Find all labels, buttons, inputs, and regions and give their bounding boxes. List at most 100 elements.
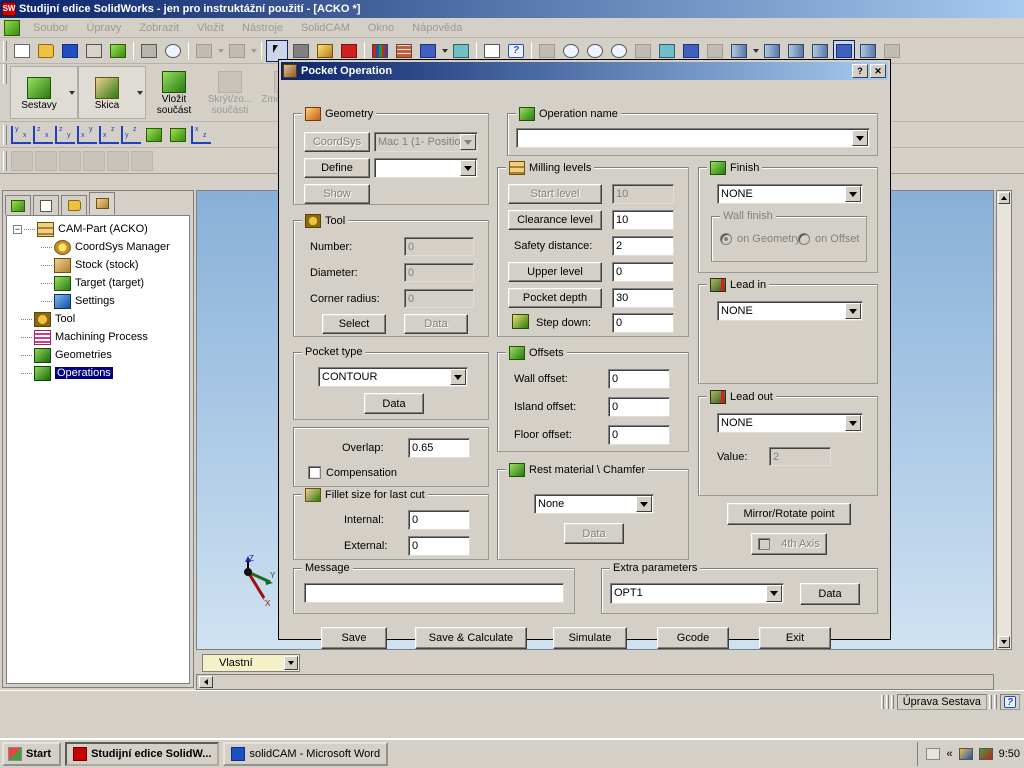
sketch-relations-button[interactable]	[131, 150, 153, 171]
mass-properties-button[interactable]	[338, 40, 360, 62]
sketch-toolbar-grip[interactable]	[3, 150, 7, 171]
view-bottom-icon[interactable]: yz	[121, 125, 141, 144]
chevron-down-icon[interactable]	[845, 186, 861, 202]
tree-item-stock[interactable]: Stock (stock)	[9, 256, 189, 274]
tree-item-coordsys-manager[interactable]: CoordSys Manager	[9, 238, 189, 256]
rest-material-combo[interactable]: None	[534, 494, 654, 514]
save-calculate-button[interactable]: Save & Calculate	[415, 627, 527, 649]
rotate-view-button[interactable]	[656, 40, 678, 62]
menu-item-upravy[interactable]: Úpravy	[77, 20, 130, 36]
tree-item-target[interactable]: Target (target)	[9, 274, 189, 292]
chevron-down-icon[interactable]	[845, 415, 861, 431]
gcode-button[interactable]: Gcode	[657, 627, 729, 649]
menu-item-soubor[interactable]: Soubor	[24, 20, 77, 36]
save-document-button[interactable]	[59, 40, 81, 62]
select-tool-button[interactable]	[266, 39, 288, 62]
chevron-down-icon[interactable]	[852, 130, 868, 146]
view-right-icon[interactable]: xy	[77, 125, 97, 144]
tree-item-geometries[interactable]: Geometries	[9, 346, 189, 364]
open-document-button[interactable]	[35, 40, 57, 62]
menu-item-solidcam[interactable]: SolidCAM	[292, 20, 359, 36]
start-button[interactable]: Start	[2, 742, 62, 766]
operation-name-combo[interactable]	[516, 128, 870, 148]
hidden-lines-visible-button[interactable]	[728, 40, 750, 62]
geometry-combo[interactable]	[374, 158, 478, 178]
chevron-down-icon[interactable]	[636, 496, 652, 512]
show-hidden-icons-button[interactable]: «	[946, 748, 952, 760]
pocket-type-data-button[interactable]: Data	[364, 393, 424, 414]
tool-data-button[interactable]: Data	[404, 314, 468, 334]
clock[interactable]: 9:50	[999, 748, 1020, 760]
chevron-down-icon[interactable]	[450, 369, 466, 385]
redo-dropdown-icon[interactable]	[249, 40, 258, 62]
measure-button[interactable]	[314, 40, 336, 62]
step-down-field[interactable]: 0	[612, 313, 674, 333]
coordsys-combo[interactable]: Mac 1 (1- Position)	[374, 132, 478, 152]
shaded-button[interactable]	[809, 40, 831, 62]
scroll-up-icon[interactable]	[998, 192, 1010, 204]
configuration-selector[interactable]: Vlastní	[202, 654, 300, 672]
define-button[interactable]: Define	[304, 158, 370, 178]
wall-finish-on-offset-radio[interactable]: on Offset	[798, 233, 859, 245]
lead-in-combo[interactable]: NONE	[717, 301, 863, 321]
exit-button[interactable]: Exit	[759, 627, 831, 649]
compensation-checkbox[interactable]: Compensation	[308, 466, 397, 479]
view-back-icon[interactable]: zx	[33, 125, 53, 144]
wall-offset-field[interactable]: 0	[608, 369, 670, 389]
lead-out-combo[interactable]: NONE	[717, 413, 863, 433]
island-offset-field[interactable]: 0	[608, 397, 670, 417]
sketch-entity-button[interactable]	[11, 150, 33, 171]
property-manager-tab[interactable]	[33, 195, 59, 215]
tray-app-icon[interactable]	[958, 748, 973, 760]
undo-dropdown-icon[interactable]	[216, 40, 225, 62]
undo-button[interactable]	[193, 40, 215, 62]
lead-out-value-field[interactable]: 2	[769, 447, 831, 466]
print-preview-button[interactable]	[162, 40, 184, 62]
clearance-level-button[interactable]: Clearance level	[508, 210, 602, 230]
solidcam-tree[interactable]: − CAM-Part (ACKO) CoordSys Manager Stock…	[6, 215, 190, 684]
menu-item-nastroje[interactable]: Nástroje	[233, 20, 292, 36]
menu-item-napoveda[interactable]: Nápověda	[403, 20, 471, 36]
pocket-depth-button[interactable]: Pocket depth	[508, 288, 602, 308]
rest-material-data-button[interactable]: Data	[564, 523, 624, 544]
edit-color-button[interactable]	[369, 40, 391, 62]
tray-app2-icon[interactable]	[978, 748, 993, 760]
safety-distance-field[interactable]: 2	[612, 236, 674, 256]
make-assembly-button[interactable]	[107, 40, 129, 62]
expander-icon[interactable]: −	[13, 224, 22, 234]
shaded-with-edges-button[interactable]	[785, 40, 807, 62]
display-dropdown-icon[interactable]	[751, 40, 760, 62]
command-vlozit-soucast[interactable]: Vložit součást	[146, 69, 202, 116]
section-dropdown-icon[interactable]	[440, 40, 449, 62]
dialog-close-button[interactable]: ✕	[870, 64, 886, 78]
view-normal-to-icon[interactable]	[167, 124, 189, 146]
viewport-vertical-scrollbar[interactable]	[996, 190, 1012, 650]
print-button[interactable]	[138, 40, 160, 62]
tree-item-settings[interactable]: Settings	[9, 292, 189, 310]
upper-level-field[interactable]: 0	[612, 262, 674, 282]
view-top-icon[interactable]: xz	[99, 125, 119, 144]
tree-item-machining-process[interactable]: Machining Process	[9, 328, 189, 346]
save-button[interactable]: Save	[321, 627, 387, 649]
command-skica[interactable]: Skica	[79, 75, 135, 111]
sketch-line-button[interactable]	[35, 150, 57, 171]
sketch-offset-button[interactable]	[107, 150, 129, 171]
zoom-in-out-button[interactable]	[584, 40, 606, 62]
clearance-level-field[interactable]: 10	[612, 210, 674, 230]
tool-select-button[interactable]: Select	[322, 314, 386, 334]
fillet-external-field[interactable]: 0	[408, 536, 470, 556]
dialog-titlebar[interactable]: Pocket Operation ? ✕	[281, 62, 888, 80]
design-journal-button[interactable]	[481, 40, 503, 62]
scroll-left-icon[interactable]	[199, 676, 213, 688]
chevron-down-icon[interactable]	[460, 134, 476, 150]
redo-button[interactable]	[226, 40, 248, 62]
tool-diameter-field[interactable]: 0	[404, 263, 474, 282]
tree-item-cam-part[interactable]: − CAM-Part (ACKO)	[9, 220, 189, 238]
chevron-down-icon[interactable]	[766, 585, 782, 602]
command-sestavy[interactable]: Sestavy	[11, 75, 67, 111]
coordsys-button[interactable]: CoordSys	[304, 132, 370, 152]
sestavy-dropdown-icon[interactable]	[67, 91, 77, 95]
show-button[interactable]: Show	[304, 184, 370, 204]
mirror-rotate-point-button[interactable]: Mirror/Rotate point	[727, 503, 851, 525]
simulate-button[interactable]: Simulate	[553, 627, 627, 649]
